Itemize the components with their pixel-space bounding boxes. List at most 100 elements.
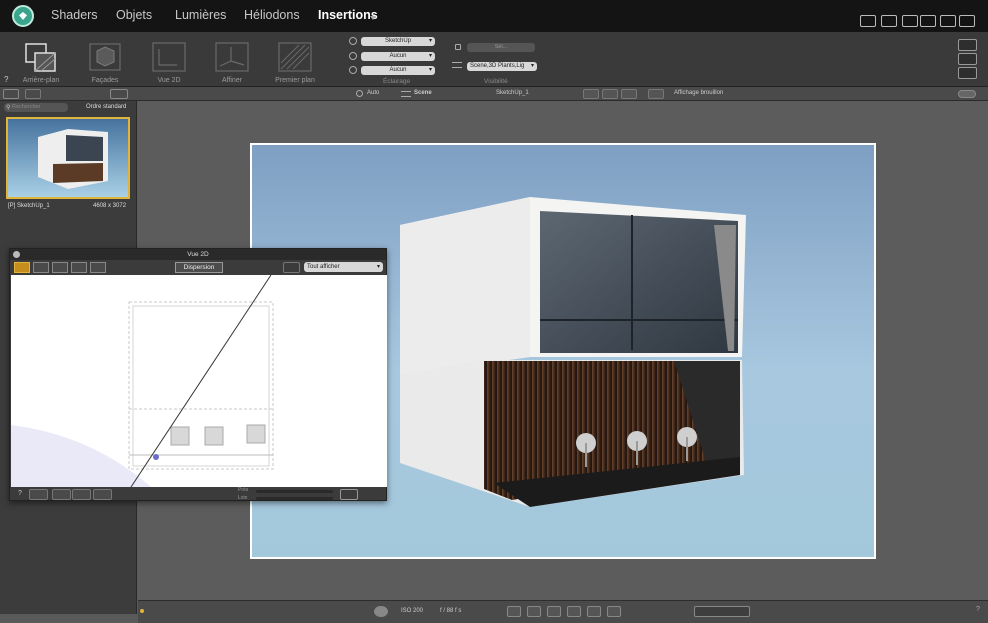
undo-button[interactable] [29, 489, 48, 500]
plan-canvas[interactable] [11, 275, 387, 487]
thumbnail-name: [P] SketchUp_1 [8, 203, 50, 209]
rotate-icon[interactable] [283, 262, 300, 273]
scene-thumbnail[interactable] [6, 117, 130, 199]
progress-box [694, 606, 750, 617]
eye-icon[interactable] [110, 89, 128, 99]
expand-view-button[interactable] [621, 89, 637, 99]
visibilite-label: Visibilité [484, 78, 508, 85]
menu-objets[interactable]: Objets [116, 8, 152, 22]
vue-2d-titlebar[interactable]: Vue 2D [10, 249, 386, 260]
display-mode-label: Affichage brouillon [674, 90, 724, 96]
tool-label-arriere-plan: Arrière-plan [22, 77, 60, 84]
auto-label[interactable]: Auto [367, 90, 379, 96]
pattern-button[interactable] [958, 39, 977, 51]
crop-icon[interactable] [881, 15, 897, 27]
tab-house-side-icon[interactable] [52, 262, 68, 273]
display-mode-button[interactable] [648, 89, 664, 99]
top-menu-bar: Shaders Objets Lumières Héliodons Insert… [0, 0, 988, 32]
help-icon[interactable]: ? [18, 490, 22, 497]
light-select[interactable]: Aucun [361, 52, 435, 61]
search-icon: ⚲ [6, 105, 11, 111]
insertions-toolbar: ? Arrière-plan Façades Vue 2D Affiner Pr… [0, 32, 988, 87]
tool-arriere-plan[interactable] [23, 41, 59, 73]
tool-premier-plan[interactable] [277, 41, 313, 73]
spotlight-icon [349, 66, 357, 74]
eclairage-label: Éclairage [383, 78, 411, 85]
view-select[interactable]: Tout afficher [304, 262, 383, 272]
tab-house-front-icon[interactable] [33, 262, 49, 273]
view-subbar: Auto Scene SketchUp_1 Affichage brouillo… [0, 87, 988, 101]
bulb-icon [349, 52, 357, 60]
camera-icon[interactable] [920, 15, 936, 27]
visibility-checkbox[interactable] [455, 44, 461, 50]
far-slider[interactable] [256, 497, 333, 500]
visibility-field[interactable]: Sél... [467, 43, 535, 52]
tool-label-facades: Façades [91, 77, 119, 84]
display-toggle[interactable] [958, 90, 976, 98]
iso-value[interactable]: ISO 200 [401, 608, 423, 614]
vue-2d-window[interactable]: Vue 2D Dispersion Tout afficher ? Près L… [9, 248, 387, 501]
move-icon[interactable] [547, 606, 561, 617]
background-icon [25, 43, 56, 72]
auto-icon[interactable] [356, 90, 363, 97]
palette-button[interactable] [958, 53, 977, 65]
foreground-icon [278, 42, 312, 72]
tool-label-affiner: Affiner [221, 77, 243, 84]
status-bar: ISO 200 f / 88 f s ? [138, 600, 988, 623]
tool-facades[interactable] [87, 41, 123, 73]
plan-drawing [11, 275, 274, 487]
scene-icon [401, 91, 411, 97]
spot-select[interactable]: Aucun [361, 66, 435, 75]
tool-label-premier-plan: Premier plan [275, 77, 315, 84]
windows-icon[interactable] [902, 15, 918, 27]
status-help-icon[interactable]: ? [976, 606, 980, 613]
view-option-button[interactable] [25, 89, 41, 99]
camera-view-button[interactable] [3, 89, 19, 99]
sun-icon [349, 37, 357, 45]
search-input[interactable]: Rechercher [4, 103, 68, 112]
refresh-icon[interactable] [587, 606, 601, 617]
undo-icon[interactable] [507, 606, 521, 617]
sun-select[interactable]: SketchUp [361, 37, 435, 46]
slider2-label: Loin [238, 495, 248, 501]
zoom-icon[interactable] [527, 606, 541, 617]
vue-2d-title: Vue 2D [187, 251, 209, 258]
cart-icon[interactable] [860, 15, 876, 27]
menu-heliodons[interactable]: Héliodons [244, 8, 300, 22]
settings-gear-icon[interactable] [374, 606, 388, 617]
settings-button[interactable] [958, 67, 977, 79]
app-logo-icon[interactable] [12, 5, 34, 27]
close-icon[interactable] [13, 251, 20, 258]
tool-affiner[interactable] [214, 41, 250, 73]
tool-label-vue-2d: Vue 2D [157, 77, 181, 84]
zoom-button[interactable] [52, 489, 71, 500]
tool-vue-2d[interactable] [151, 41, 187, 73]
facade-cube-icon [89, 43, 121, 71]
near-slider[interactable] [256, 490, 333, 493]
status-dot [140, 609, 144, 613]
pan-button[interactable] [72, 489, 91, 500]
aperture-value[interactable]: f / 88 f s [440, 608, 461, 614]
menu-lumieres[interactable]: Lumières [175, 8, 226, 22]
target-icon[interactable] [607, 606, 621, 617]
dispersion-button[interactable]: Dispersion [175, 262, 223, 273]
sort-select[interactable]: Ordre standard [86, 104, 126, 110]
menu-shaders[interactable]: Shaders [51, 8, 98, 22]
tab-house-back-icon[interactable] [90, 262, 106, 273]
layers-select[interactable]: Scene,3D Plants,Lig [467, 62, 537, 71]
tab-house-right-icon[interactable] [71, 262, 87, 273]
apply-arrow-button[interactable] [340, 489, 358, 500]
screen-icon[interactable] [959, 15, 975, 27]
fit-view-button[interactable] [583, 89, 599, 99]
scene-label[interactable]: Scene [414, 90, 432, 96]
layers-icon [452, 62, 462, 68]
plan-2d-icon [152, 42, 186, 72]
menu-caret-icon[interactable] [370, 16, 376, 20]
tab-plan-icon[interactable] [14, 262, 30, 273]
split-icon[interactable] [567, 606, 581, 617]
frame-view-button[interactable] [602, 89, 618, 99]
menu-insertions[interactable]: Insertions [318, 8, 378, 22]
fit-button[interactable] [93, 489, 112, 500]
frame-icon[interactable] [940, 15, 956, 27]
axes-3d-icon [215, 42, 249, 72]
